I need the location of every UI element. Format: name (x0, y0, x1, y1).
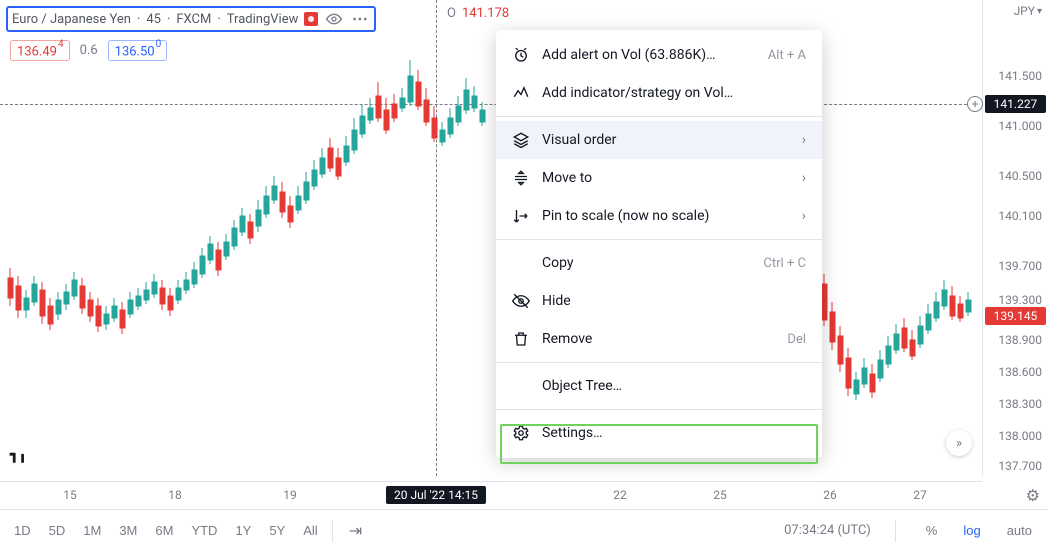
clock[interactable]: 07:34:24 (UTC) (784, 523, 871, 538)
symbol-legend: Euro / Japanese Yen· 45· FXCM· TradingVi… (6, 6, 376, 32)
time-tick: 26 (823, 488, 837, 502)
price-tick: 137.700 (998, 459, 1042, 473)
auto-scale-button[interactable]: auto (1001, 522, 1038, 539)
panel-collapse-button[interactable]: » (946, 430, 972, 456)
candlestick-svg (0, 0, 982, 476)
range-3m[interactable]: 3M (115, 519, 141, 542)
range-all[interactable]: All (299, 519, 321, 542)
time-tick: 19 (283, 488, 297, 502)
price-tick: 138.600 (998, 365, 1042, 379)
last-price-marker: 139.145 (985, 307, 1046, 325)
ctx-add-alert[interactable]: Add alert on Vol (63.886K)… Alt + A (496, 36, 822, 74)
log-scale-button[interactable]: log (957, 522, 986, 539)
range-1y[interactable]: 1Y (231, 519, 255, 542)
ctx-hide[interactable]: Hide (496, 282, 822, 320)
chevron-right-icon: › (802, 170, 806, 186)
trash-icon (512, 330, 530, 348)
ctx-copy[interactable]: Copy Ctrl + C (496, 244, 822, 282)
ctx-move-to[interactable]: Move to › (496, 159, 822, 197)
layers-icon (512, 131, 530, 149)
axis-settings-icon[interactable]: ⚙ (1026, 486, 1040, 505)
blank-icon (512, 254, 530, 272)
crosshair-time-label: 20 Jul '22 14:15 (386, 486, 486, 504)
price-tick: 138.900 (998, 333, 1042, 347)
ask-price[interactable]: 136.500 (108, 40, 168, 61)
eye-off-icon (512, 292, 530, 310)
move-icon (512, 169, 530, 187)
ctx-settings[interactable]: Settings… (496, 414, 822, 452)
ctx-separator (496, 362, 822, 363)
time-axis[interactable]: 15181922252627 20 Jul '22 14:15 ⚙ (0, 481, 982, 509)
ctx-separator (496, 116, 822, 117)
ohlc-values: O 141.178 (447, 6, 509, 21)
bottom-toolbar: 1D5D1M3M6MYTD1Y5YAll ⇥ 07:34:24 (UTC) % … (0, 509, 1048, 551)
price-axis-currency[interactable]: JPY▾ (1014, 4, 1042, 18)
range-5d[interactable]: 5D (45, 519, 70, 542)
bid-price[interactable]: 136.494 (10, 40, 70, 61)
chart-plot[interactable] (0, 0, 982, 476)
context-menu: Add alert on Vol (63.886K)… Alt + A Add … (496, 30, 822, 458)
chevron-right-icon: › (802, 208, 806, 224)
time-tick: 27 (913, 488, 927, 502)
divider (332, 520, 333, 542)
add-alert-plus-icon[interactable]: + (967, 96, 983, 112)
time-tick: 25 (713, 488, 727, 502)
price-tick: 140.100 (998, 209, 1042, 223)
range-6m[interactable]: 6M (151, 519, 177, 542)
ctx-object-tree[interactable]: Object Tree… (496, 367, 822, 405)
divider (895, 520, 896, 542)
ctx-separator (496, 409, 822, 410)
goto-date-button[interactable]: ⇥ (343, 520, 368, 542)
bid-ask-legend: 136.494 0.6 136.500 (10, 40, 167, 61)
chart-frame: JPY▾ 141.500 141.000 140.500 140.100 139.700… (0, 0, 1048, 551)
chevron-right-icon: › (802, 132, 806, 148)
date-range-buttons: 1D 5D 1M 3M 6M YTD 1Y 5Y All (10, 519, 322, 542)
range-ytd[interactable]: YTD (187, 519, 221, 542)
pin-scale-icon (512, 207, 530, 225)
price-tick: 138.300 (998, 397, 1042, 411)
percent-scale-button[interactable]: % (920, 522, 944, 539)
blank-icon (512, 377, 530, 395)
indicator-icon (512, 84, 530, 102)
symbol-more-icon[interactable] (350, 9, 370, 29)
time-tick: 18 (168, 488, 182, 502)
gear-icon (512, 424, 530, 442)
ctx-visual-order[interactable]: Visual order › (496, 121, 822, 159)
ctx-add-indicator[interactable]: Add indicator/strategy on Vol… (496, 74, 822, 112)
price-tick: 141.000 (998, 119, 1042, 133)
price-tick: 140.500 (998, 169, 1042, 183)
price-tick: 139.700 (998, 259, 1042, 273)
range-1m[interactable]: 1M (79, 519, 105, 542)
range-1d[interactable]: 1D (10, 519, 35, 542)
tradingview-logo: ┓╻ (10, 445, 38, 465)
time-tick: 15 (63, 488, 77, 502)
price-tick: 138.000 (998, 429, 1042, 443)
alarm-icon (512, 46, 530, 64)
symbol-title[interactable]: Euro / Japanese Yen· 45· FXCM· TradingVi… (6, 6, 376, 32)
time-tick: 22 (613, 488, 627, 502)
ctx-pin-to-scale[interactable]: Pin to scale (now no scale) › (496, 197, 822, 235)
spread: 0.6 (80, 43, 98, 58)
market-flag-icon (304, 12, 318, 26)
range-5y[interactable]: 5Y (265, 519, 289, 542)
crosshair-price-marker: + 141.227 (985, 95, 1046, 113)
ctx-separator (496, 239, 822, 240)
price-axis[interactable]: JPY▾ 141.500 141.000 140.500 140.100 139.700… (982, 0, 1048, 476)
price-tick: 141.500 (998, 69, 1042, 83)
ctx-remove[interactable]: Remove Del (496, 320, 822, 358)
visibility-toggle-icon[interactable] (324, 9, 344, 29)
price-tick: 139.300 (998, 293, 1042, 307)
